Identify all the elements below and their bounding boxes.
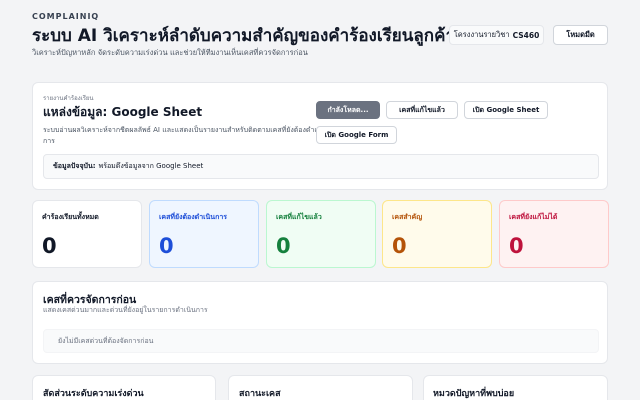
brand-name: COMPLAINIQ: [32, 12, 100, 21]
stat-resolved-value: 0: [276, 234, 291, 258]
stat-total-label: คำร้องเรียนทั้งหมด: [42, 213, 99, 221]
stat-pending-label: เคสที่ยังต้องดำเนินการ: [159, 213, 228, 221]
open-google-sheet-button[interactable]: เปิด Google Sheet: [464, 101, 548, 119]
source-title: แหล่งข้อมูล: Google Sheet: [43, 105, 203, 119]
status-text: พร้อมดึงข้อมูลจาก Google Sheet: [98, 162, 204, 170]
resolved-cases-button[interactable]: เคสที่แก้ไขแล้ว: [386, 101, 458, 119]
page-subtitle: วิเคราะห์ปัญหาหลัก จัดระดับความเร่งด่วน …: [32, 48, 308, 57]
case-status-card: สถานะเคส: [228, 375, 413, 400]
priority-cases-card: เคสที่ควรจัดการก่อน แสดงเคสด่วนมากและด่ว…: [32, 281, 608, 364]
common-category-title: หมวดปัญหาที่พบบ่อย: [433, 389, 515, 399]
case-status-title: สถานะเคส: [239, 389, 281, 399]
source-description: ระบบอ่านผลวิเคราะห์จากชีตผลลัพธ์ AI และแ…: [43, 126, 327, 145]
priority-empty-state: ยังไม่มีเคสด่วนที่ต้องจัดการก่อน: [43, 329, 599, 353]
course-badge: โครงงานรายวิชา CS460: [449, 25, 544, 45]
stat-card-important: เคสสำคัญ 0: [382, 200, 492, 268]
status-label: ข้อมูลปัจจุบัน:: [53, 162, 96, 170]
loading-button[interactable]: กำลังโหลด...: [316, 101, 380, 119]
stat-unresolvable-value: 0: [509, 234, 524, 258]
stat-pending-value: 0: [159, 234, 174, 258]
stat-unresolvable-label: เคสที่ยังแก้ไม่ได้: [509, 213, 558, 221]
common-category-card: หมวดปัญหาที่พบบ่อย: [423, 375, 608, 400]
stat-important-value: 0: [392, 234, 407, 258]
stat-card-unresolvable: เคสที่ยังแก้ไม่ได้ 0: [499, 200, 609, 268]
course-code: CS460: [512, 30, 540, 40]
course-prefix: โครงงานรายวิชา: [453, 30, 510, 39]
open-google-form-button[interactable]: เปิด Google Form: [316, 126, 397, 144]
stat-card-pending: เคสที่ยังต้องดำเนินการ 0: [149, 200, 259, 268]
stat-total-value: 0: [42, 234, 57, 258]
urgency-ratio-title: สัดส่วนระดับความเร่งด่วน: [43, 389, 144, 399]
dark-mode-button[interactable]: โหมดมืด: [553, 25, 608, 45]
data-source-card: รายงานคำร้องเรียน แหล่งข้อมูล: Google Sh…: [32, 82, 608, 190]
urgency-ratio-card: สัดส่วนระดับความเร่งด่วน: [32, 375, 216, 400]
app-header: COMPLAINIQ ระบบ AI วิเคราะห์ลำดับความสำค…: [0, 0, 640, 76]
stat-resolved-label: เคสที่แก้ไขแล้ว: [276, 213, 322, 221]
stat-card-total: คำร้องเรียนทั้งหมด 0: [32, 200, 142, 268]
current-data-status: ข้อมูลปัจจุบัน: พร้อมดึงข้อมูลจาก Google…: [43, 154, 599, 179]
priority-subtitle: แสดงเคสด่วนมากและด่วนที่ยังอยู่ในรายการด…: [43, 306, 208, 314]
stat-card-resolved: เคสที่แก้ไขแล้ว 0: [266, 200, 376, 268]
stat-important-label: เคสสำคัญ: [392, 213, 423, 221]
source-kicker: รายงานคำร้องเรียน: [43, 95, 94, 102]
page-title: ระบบ AI วิเคราะห์ลำดับความสำคัญของคำร้อง…: [32, 26, 455, 46]
